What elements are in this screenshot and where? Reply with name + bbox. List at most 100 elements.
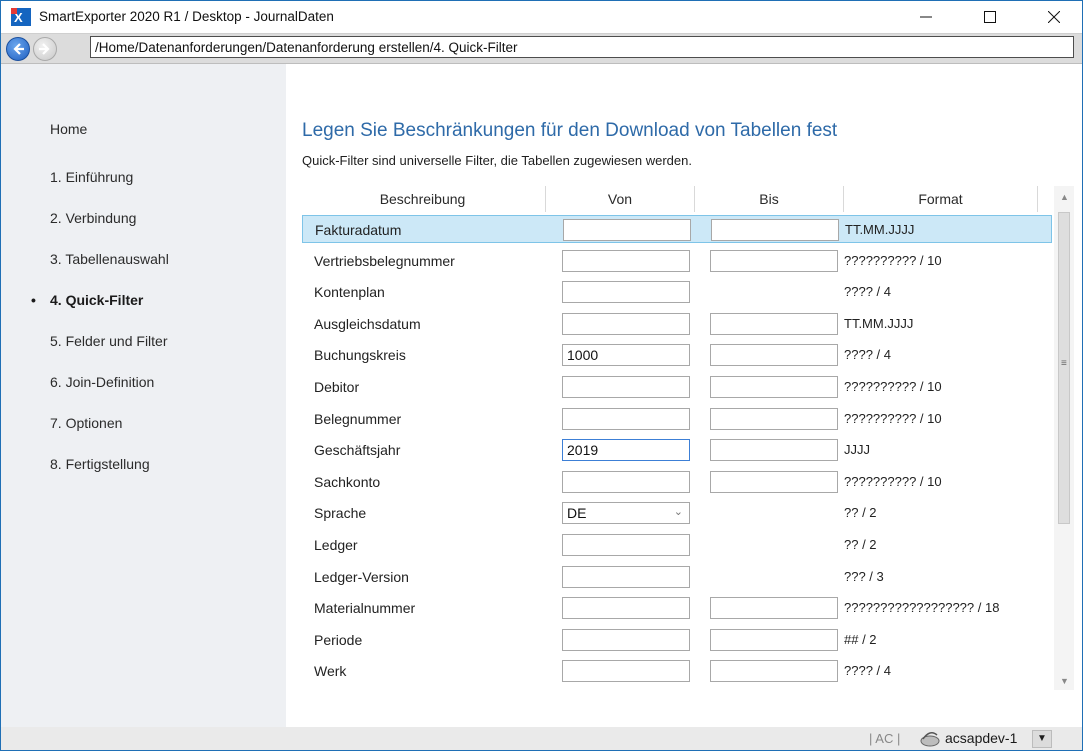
filter-label: Periode [314, 631, 363, 648]
filter-label: Sachkonto [314, 473, 381, 490]
von-input[interactable] [562, 407, 690, 430]
von-input[interactable]: 1000 [562, 344, 690, 367]
bis-input[interactable] [711, 219, 839, 241]
scroll-down-icon[interactable]: ▼ [1060, 676, 1069, 686]
sidebar-item-label: 7. Optionen [50, 415, 123, 431]
table-row[interactable]: Vertriebsbelegnummer ?????????? / 10 [302, 247, 1052, 277]
format-text: JJJJ [844, 442, 870, 458]
table-row[interactable]: Ledger-Version ??? / 3 [302, 563, 1052, 593]
system-connection-icon [920, 732, 940, 747]
filter-label: Materialnummer [314, 600, 416, 617]
format-text: ?????????? / 10 [844, 379, 942, 394]
von-input[interactable] [562, 470, 690, 493]
filter-label: Ledger [314, 537, 358, 553]
table-row[interactable]: Sachkonto ?????????? / 10 [302, 468, 1052, 498]
sidebar-item-step-5[interactable]: 5. Felder und Filter [50, 333, 168, 349]
filter-label: Buchungskreis [314, 347, 406, 364]
filter-label: Ledger-Version [314, 568, 409, 585]
table-row[interactable]: Sprache DE ⌄ ?? / 2 [302, 499, 1052, 529]
forward-button[interactable] [33, 37, 57, 61]
sidebar-item-step-7[interactable]: 7. Optionen [50, 415, 122, 431]
von-input[interactable] [563, 219, 691, 241]
format-text: ???? / 4 [844, 663, 891, 679]
format-text: ?????????? / 10 [844, 252, 942, 268]
scrollbar-thumb[interactable]: ≡ [1058, 212, 1070, 524]
main-panel: Legen Sie Beschränkungen für den Downloa… [286, 64, 1082, 727]
address-path-field[interactable]: /Home/Datenanforderungen/Datenanforderun… [90, 36, 1074, 58]
filter-label: Vertriebsbelegnummer [314, 252, 455, 269]
minimize-button[interactable] [903, 1, 949, 33]
von-input[interactable] [562, 597, 690, 620]
format-text: ?? / 2 [844, 505, 877, 521]
sidebar-item-label: 2. Verbindung [50, 210, 137, 226]
table-row[interactable]: Ledger ?? / 2 [302, 531, 1052, 561]
bis-input[interactable] [710, 439, 838, 462]
table-row[interactable]: Geschäftsjahr 2019 JJJJ [302, 436, 1052, 466]
table-row[interactable]: Belegnummer ?????????? / 10 [302, 405, 1052, 435]
bis-input[interactable] [710, 597, 838, 620]
scroll-up-icon[interactable]: ▲ [1060, 192, 1069, 202]
bis-input[interactable] [710, 470, 838, 493]
bis-input[interactable] [710, 376, 838, 398]
table-row[interactable]: Fakturadatum TT.MM.JJJJ [302, 215, 1052, 243]
column-header-format[interactable]: Format [844, 186, 1038, 212]
system-dropdown-button[interactable]: ▼ [1032, 730, 1052, 748]
sidebar-item-label: 3. Tabellenauswahl [50, 251, 169, 267]
window-title: SmartExporter 2020 R1 / Desktop - Journa… [39, 9, 334, 24]
sidebar-item-label: 5. Felder und Filter [50, 333, 168, 349]
arrow-right-icon [39, 43, 50, 55]
table-row[interactable]: Materialnummer ?????????????????? / 18 [302, 594, 1052, 624]
von-input[interactable] [562, 249, 690, 272]
von-input[interactable] [562, 312, 690, 335]
bis-input[interactable] [710, 312, 838, 335]
back-button[interactable] [6, 37, 30, 61]
von-input[interactable] [562, 534, 690, 556]
filter-label: Belegnummer [314, 410, 402, 427]
sidebar-item-label: 4. Quick-Filter [50, 292, 144, 308]
format-text: ## / 2 [844, 631, 877, 647]
von-input[interactable] [562, 376, 690, 398]
bis-input[interactable] [710, 344, 838, 367]
bis-input[interactable] [710, 249, 838, 272]
chevron-down-icon: ⌄ [673, 506, 683, 519]
von-input[interactable] [562, 628, 690, 651]
column-header-bis[interactable]: Bis [695, 186, 844, 212]
sidebar-item-label: 6. Join-Definition [50, 374, 155, 390]
sidebar-item-step-8[interactable]: 8. Fertigstellung [50, 456, 150, 472]
system-name: acsapdev-1 [945, 730, 1018, 746]
sidebar-item-step-1[interactable]: 1. Einführung [50, 169, 133, 185]
filter-label: Ausgleichsdatum [314, 315, 421, 332]
table-row[interactable]: Ausgleichsdatum TT.MM.JJJJ [302, 310, 1052, 340]
close-button[interactable] [1031, 1, 1077, 33]
bis-input[interactable] [710, 628, 838, 651]
sidebar-item-step-3[interactable]: 3. Tabellenauswahl [50, 251, 169, 267]
table-row[interactable]: Buchungskreis 1000 ???? / 4 [302, 341, 1052, 371]
table-row[interactable]: Werk ???? / 4 [302, 657, 1052, 687]
sidebar-item-step-6[interactable]: 6. Join-Definition [50, 374, 154, 390]
table-row[interactable]: Periode ## / 2 [302, 626, 1052, 656]
bis-input[interactable] [710, 407, 838, 430]
format-text: ?????????????????? / 18 [844, 600, 1000, 616]
bis-input[interactable] [710, 660, 838, 683]
active-bullet-icon: • [31, 292, 36, 308]
sidebar-item-step-2[interactable]: 2. Verbindung [50, 210, 136, 226]
sidebar-item-step-4[interactable]: • 4. Quick-Filter [31, 292, 144, 308]
von-input[interactable] [562, 281, 690, 304]
von-select[interactable]: DE ⌄ [562, 502, 690, 525]
format-text: ??? / 3 [844, 568, 884, 584]
sidebar-item-home[interactable]: Home [50, 121, 87, 137]
table-row[interactable]: Debitor ?????????? / 10 [302, 373, 1052, 403]
maximize-button[interactable] [967, 1, 1013, 33]
maximize-icon [984, 11, 996, 23]
von-input[interactable] [562, 565, 690, 588]
filter-label: Geschäftsjahr [314, 442, 401, 459]
format-text: TT.MM.JJJJ [844, 315, 914, 331]
von-input[interactable]: 2019 [562, 439, 690, 462]
column-header-von[interactable]: Von [546, 186, 695, 212]
table-row[interactable]: Kontenplan ???? / 4 [302, 278, 1052, 308]
column-header-beschreibung[interactable]: Beschreibung [300, 186, 546, 212]
format-text: ?? / 2 [844, 537, 877, 552]
von-input[interactable] [562, 660, 690, 683]
format-text: TT.MM.JJJJ [845, 222, 915, 237]
grid-scrollbar[interactable]: ▲ ≡ ▼ [1054, 186, 1074, 690]
